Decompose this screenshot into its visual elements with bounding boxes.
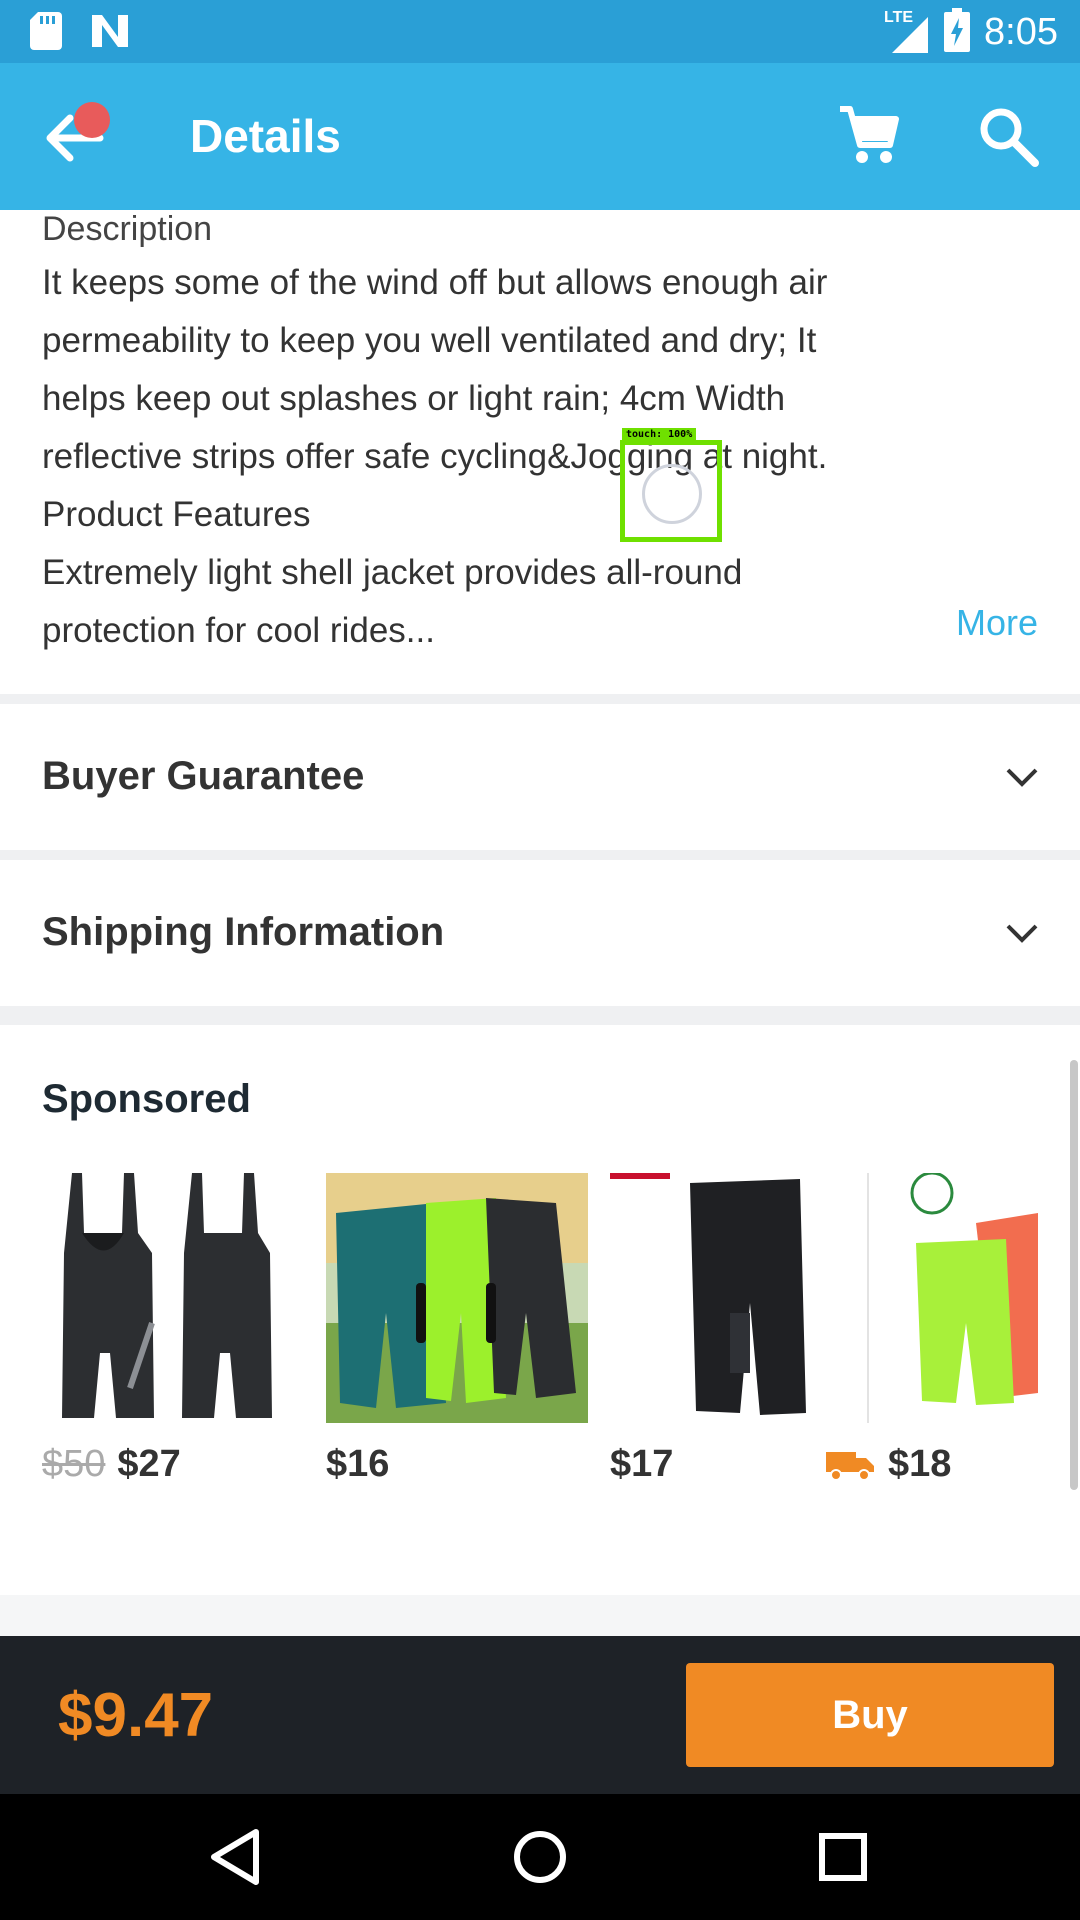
description-line: protection for cool rides... (42, 611, 435, 650)
touch-indicator-label: touch: 100% (622, 428, 697, 441)
cart-icon (840, 106, 899, 163)
chevron-down-icon (1006, 768, 1038, 787)
product-price: $9.47 (58, 1681, 214, 1750)
app-bar: Details (0, 63, 1080, 210)
divider (0, 694, 1080, 704)
status-time: 8:05 (984, 11, 1058, 53)
divider (0, 850, 1080, 860)
divider (0, 1006, 1080, 1025)
search-button[interactable] (975, 103, 1041, 169)
price: $17 (610, 1443, 674, 1485)
description-line: helps keep out splashes or light rain; 4… (42, 379, 786, 418)
price: $27 (117, 1443, 181, 1485)
page-title: Details (190, 110, 341, 162)
description-line: It keeps some of the wind off but allows… (42, 263, 828, 302)
shipping-truck-icon (826, 1451, 874, 1481)
nav-back-button[interactable] (200, 1822, 270, 1892)
more-link[interactable]: More (956, 602, 1038, 644)
navigation-bar (0, 1794, 1080, 1920)
nav-recents-button[interactable] (808, 1822, 878, 1892)
description-heading: Description (42, 210, 213, 248)
signal-icon: LTE (884, 9, 930, 55)
search-icon (980, 108, 1039, 167)
accordion-title: Shipping Information (42, 910, 445, 954)
circle-home-icon (514, 1831, 566, 1883)
status-bar: LTE 8:05 (0, 0, 1080, 63)
sponsored-item[interactable]: $18 (826, 1173, 1038, 1493)
sd-card-icon (30, 12, 62, 55)
square-recents-icon (819, 1833, 867, 1881)
triangle-back-icon (211, 1829, 259, 1885)
description-line: Extremely light shell jacket provides al… (42, 553, 743, 592)
sponsored-section: Sponsored $50 $27 $16 $17 $18 (0, 1025, 1080, 1595)
accordion-title: Buyer Guarantee (42, 754, 365, 798)
price: $16 (326, 1443, 390, 1485)
buy-bar: $9.47 Buy (0, 1636, 1080, 1794)
nav-home-button[interactable] (505, 1822, 575, 1892)
description-line: permeability to keep you well ventilated… (42, 321, 817, 360)
description-section: Description It keeps some of the wind of… (0, 210, 1080, 694)
buyer-guarantee-accordion[interactable]: Buyer Guarantee (0, 704, 1080, 850)
cart-button[interactable] (836, 103, 902, 169)
battery-charging-icon (944, 8, 971, 57)
sponsored-item[interactable]: $50 $27 (42, 1173, 304, 1493)
shipping-information-accordion[interactable]: Shipping Information (0, 860, 1080, 1006)
touch-point-icon (642, 464, 702, 524)
sponsored-title: Sponsored (42, 1077, 251, 1121)
n-app-icon (90, 13, 130, 54)
sponsored-item[interactable]: $16 (326, 1173, 588, 1493)
description-text: It keeps some of the wind off but allows… (42, 254, 1042, 660)
product-image (326, 1173, 588, 1423)
description-line: reflective strips offer safe cycling&Jog… (42, 437, 828, 476)
divider (0, 1595, 1080, 1636)
price: $18 (888, 1443, 952, 1485)
chevron-down-icon (1006, 924, 1038, 943)
product-image (42, 1173, 304, 1423)
description-line: Product Features (42, 495, 311, 534)
old-price: $50 (42, 1443, 106, 1485)
buy-button[interactable]: Buy (686, 1663, 1054, 1767)
notification-dot (74, 102, 110, 138)
scrollbar[interactable] (1070, 1060, 1078, 1490)
product-image (826, 1173, 1038, 1423)
